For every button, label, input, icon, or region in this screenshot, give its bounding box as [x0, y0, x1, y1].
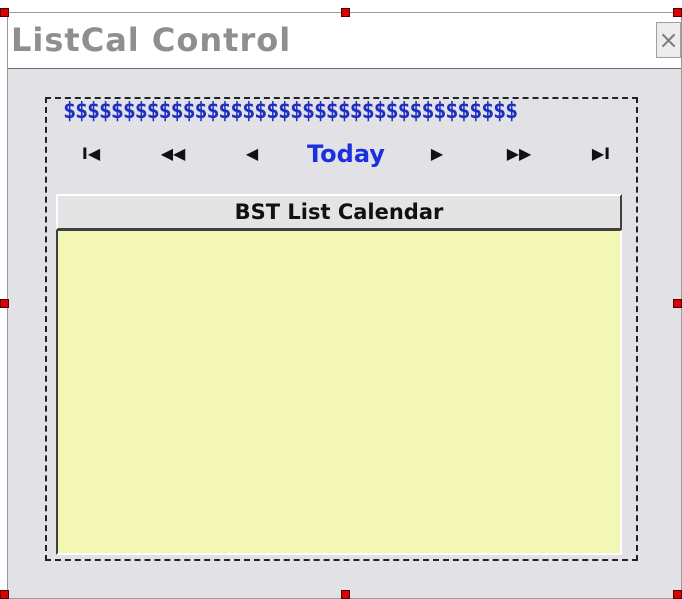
window-title: ListCal Control — [11, 21, 292, 59]
resize-handle-bottom-center[interactable] — [341, 590, 350, 599]
title-bar[interactable]: ListCal Control × — [8, 13, 681, 69]
listcal-control-frame[interactable]: $$$$$$$$$$$$$$$$$$$$$$$$$$$$$$$$$$$$$$ I… — [45, 97, 638, 561]
first-button[interactable]: I◀ — [75, 137, 107, 171]
resize-handle-middle-left[interactable] — [0, 299, 9, 308]
navigation-bar: I◀ ◀◀ ◀ Today ▶ ▶▶ ▶I — [47, 137, 636, 171]
prev-page-button[interactable]: ◀◀ — [153, 137, 193, 171]
close-button[interactable]: × — [656, 22, 681, 58]
resize-handle-top-left[interactable] — [0, 8, 9, 17]
resize-handle-bottom-right[interactable] — [673, 590, 682, 599]
resize-handle-bottom-left[interactable] — [0, 590, 9, 599]
prev-button[interactable]: ◀ — [237, 137, 267, 171]
resize-handle-middle-right[interactable] — [673, 299, 682, 308]
resize-handle-top-right[interactable] — [673, 8, 682, 17]
next-button[interactable]: ▶ — [422, 137, 452, 171]
last-button[interactable]: ▶I — [583, 137, 619, 171]
next-page-button[interactable]: ▶▶ — [499, 137, 539, 171]
resize-handle-top-center[interactable] — [341, 8, 350, 17]
calendar-list-area[interactable] — [56, 230, 622, 555]
currency-pattern-row: $$$$$$$$$$$$$$$$$$$$$$$$$$$$$$$$$$$$$$ — [63, 99, 518, 124]
today-button[interactable]: Today — [307, 137, 385, 171]
calendar-header[interactable]: BST List Calendar — [56, 194, 622, 230]
listcal-window: ListCal Control × $$$$$$$$$$$$$$$$$$$$$$… — [7, 12, 682, 599]
